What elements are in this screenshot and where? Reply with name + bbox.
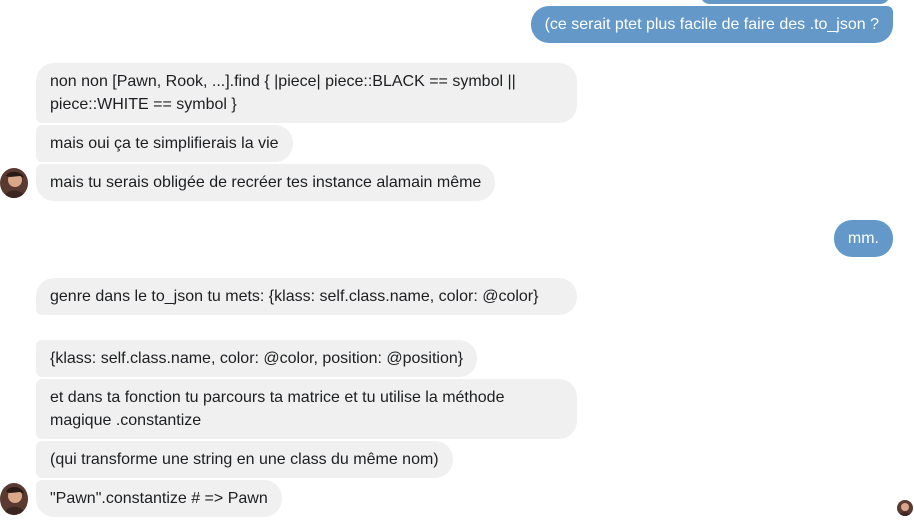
incoming-message[interactable]: mais tu serais obligée de recréer tes in… bbox=[36, 164, 496, 201]
outgoing-message[interactable]: (ce serait ptet plus facile de faire des… bbox=[530, 6, 893, 43]
previous-message-bubble-edge bbox=[700, 0, 890, 4]
avatar-icon bbox=[0, 483, 28, 515]
incoming-message[interactable]: genre dans le to_json tu mets: {klass: s… bbox=[36, 278, 577, 315]
contact-avatar[interactable] bbox=[0, 168, 28, 198]
contact-avatar[interactable] bbox=[0, 483, 28, 515]
outgoing-message[interactable]: mm. bbox=[833, 220, 893, 257]
seen-avatar-icon bbox=[897, 500, 913, 516]
incoming-message[interactable]: mais oui ça te simplifierais la vie bbox=[36, 125, 293, 162]
read-receipt-avatar bbox=[897, 500, 913, 516]
avatar-icon bbox=[0, 168, 28, 198]
incoming-message[interactable]: non non [Pawn, Rook, ...].find { |piece|… bbox=[36, 63, 577, 123]
incoming-message[interactable]: "Pawn".constantize # => Pawn bbox=[36, 480, 282, 517]
incoming-message[interactable]: et dans ta fonction tu parcours ta matri… bbox=[36, 379, 577, 439]
incoming-message[interactable]: (qui transforme une string en une class … bbox=[36, 441, 453, 478]
incoming-message[interactable]: {klass: self.class.name, color: @color, … bbox=[36, 340, 478, 377]
